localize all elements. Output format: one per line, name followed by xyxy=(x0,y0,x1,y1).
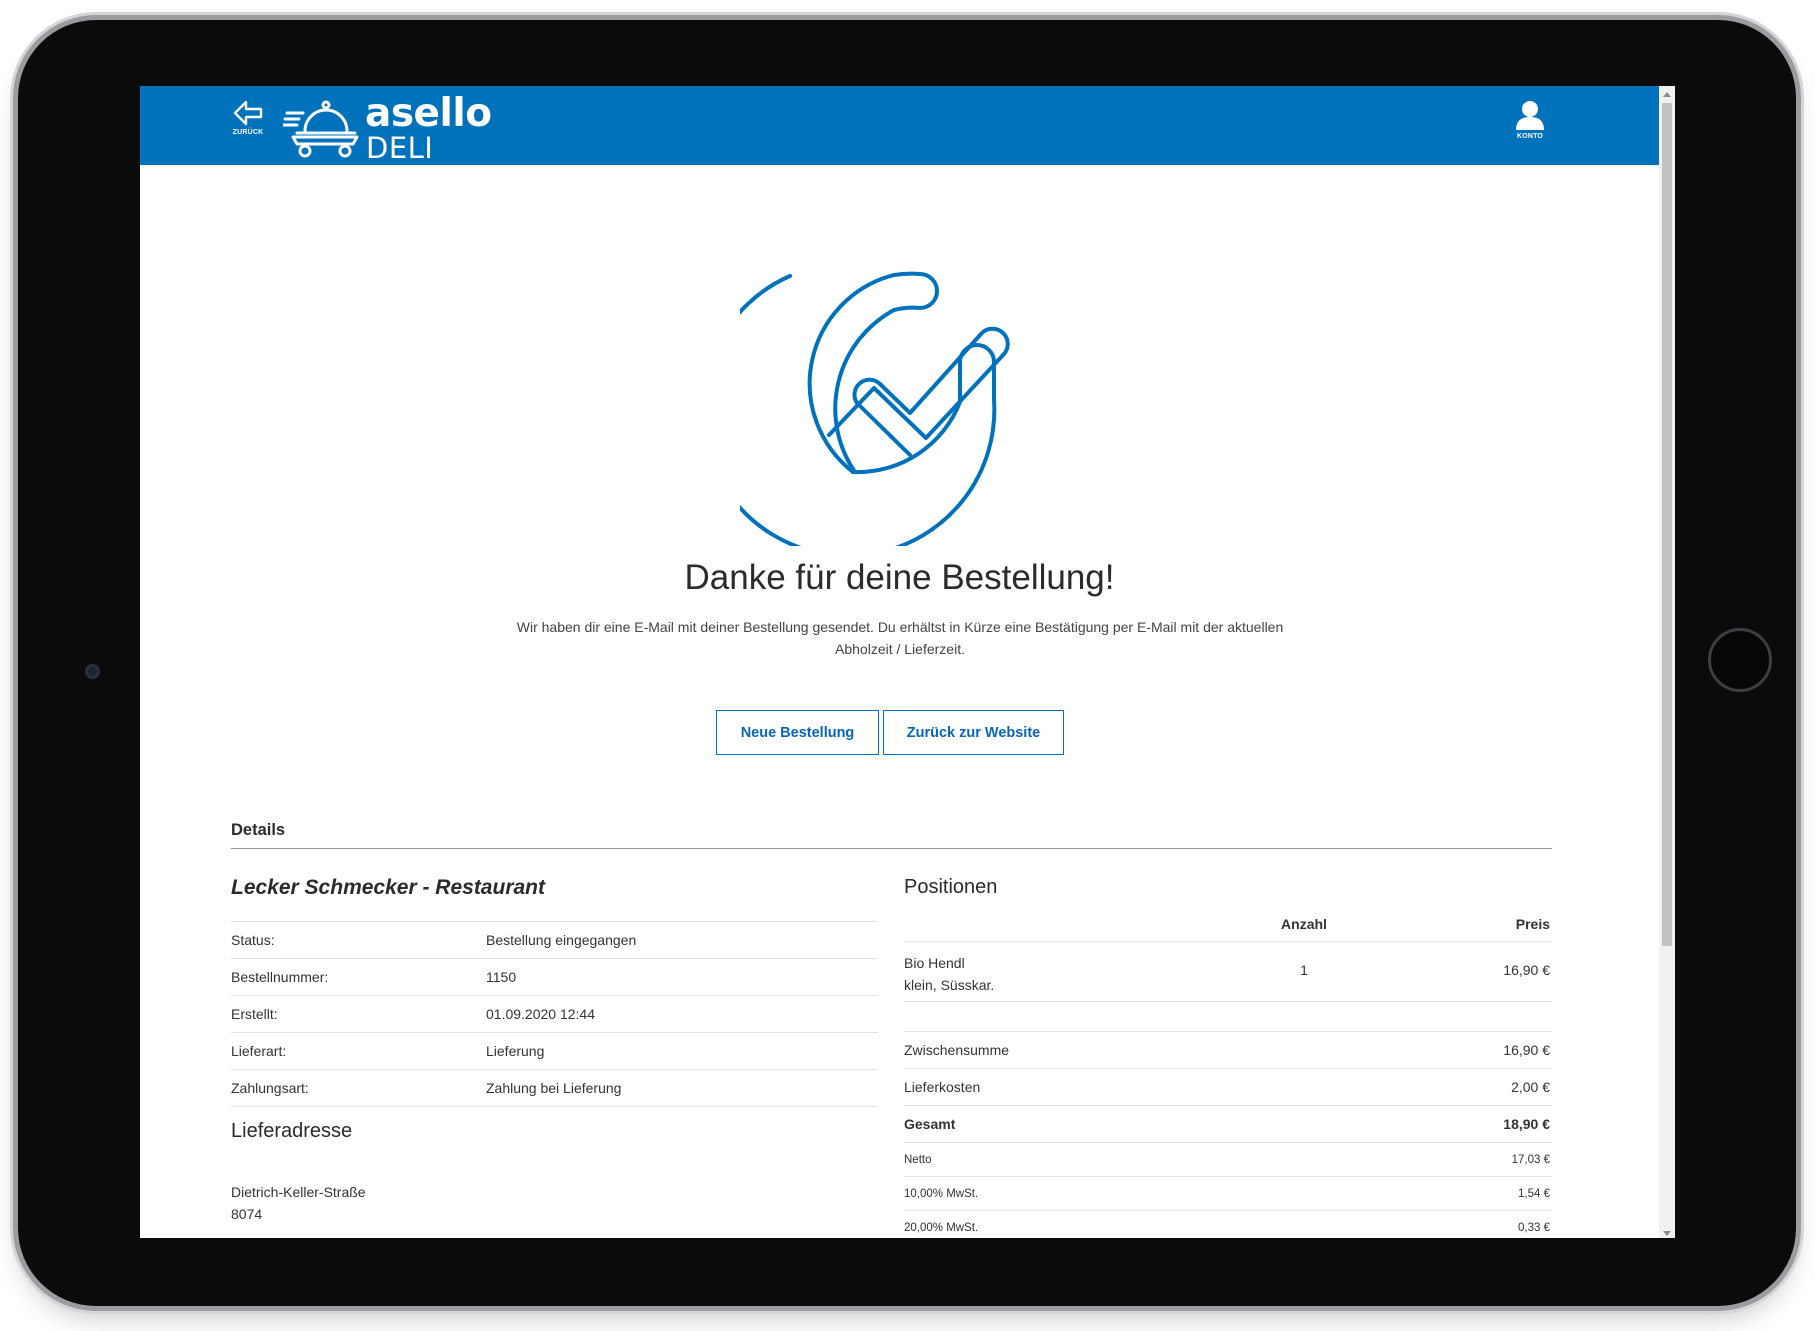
positions-table-header: Anzahl Preis xyxy=(904,916,1552,940)
totals-value: 16,90 € xyxy=(1503,1042,1550,1058)
info-value: Bestellung eingegangen xyxy=(486,932,637,948)
totals-row-total: Gesamt 18,90 € xyxy=(904,1105,1552,1142)
browser-viewport: ZURÜCK asello DELI KONTO Danke für deine… xyxy=(140,86,1675,1238)
position-price: 16,90 € xyxy=(1503,962,1550,978)
scroll-down-arrow-icon[interactable] xyxy=(1663,1231,1671,1236)
info-value: Lieferung xyxy=(486,1043,545,1059)
new-order-button[interactable]: Neue Bestellung xyxy=(716,710,879,755)
info-value: 01.09.2020 12:44 xyxy=(486,1006,595,1022)
totals-value: 2,00 € xyxy=(1511,1079,1550,1095)
scrollbar-thumb[interactable] xyxy=(1662,103,1672,946)
position-detail: klein, Süsskar. xyxy=(904,977,995,993)
back-button[interactable]: ZURÜCK xyxy=(230,100,266,152)
totals-row-net: Netto 17,03 € xyxy=(904,1142,1552,1176)
front-camera xyxy=(85,664,100,679)
scroll-up-arrow-icon[interactable] xyxy=(1663,92,1671,97)
home-button[interactable] xyxy=(1708,628,1772,692)
totals-value: 1,54 € xyxy=(1518,1187,1550,1200)
info-value: 1150 xyxy=(486,969,517,985)
totals-label: Netto xyxy=(904,1153,932,1166)
address-line: 8074 xyxy=(231,1206,263,1222)
totals-row-vat-10: 10,00% MwSt. 1,54 € xyxy=(904,1176,1552,1210)
totals-row-delivery-cost: Lieferkosten 2,00 € xyxy=(904,1068,1552,1105)
position-name: Bio Hendl klein, Süsskar. xyxy=(904,952,994,996)
positions-heading: Positionen xyxy=(904,876,998,898)
position-row: Bio Hendl klein, Süsskar. 1 16,90 € xyxy=(904,941,1552,1002)
logo-wordmark: asello xyxy=(365,91,492,136)
thanks-message: Wir haben dir eine E-Mail mit deiner Bes… xyxy=(516,619,1284,657)
totals-label: 10,00% MwSt. xyxy=(904,1187,979,1200)
thanks-title: Danke für deine Bestellung! xyxy=(684,558,1115,597)
info-row-status: Status: Bestellung eingegangen xyxy=(231,921,878,958)
totals-table: Zwischensumme 16,90 € Lieferkosten 2,00 … xyxy=(904,1031,1552,1238)
position-quantity: 1 xyxy=(1300,962,1308,978)
info-label: Lieferart: xyxy=(231,1043,287,1059)
address-line: Dietrich-Keller-Straße xyxy=(231,1184,366,1200)
food-cloche-cart-icon xyxy=(283,100,359,158)
totals-value: 17,03 € xyxy=(1511,1153,1550,1166)
column-header-price: Preis xyxy=(1515,916,1550,932)
column-header-quantity: Anzahl xyxy=(1281,916,1327,932)
back-to-website-button[interactable]: Zurück zur Website xyxy=(883,710,1064,755)
order-info-table: Status: Bestellung eingegangen Bestellnu… xyxy=(231,921,878,1107)
info-label: Zahlungsart: xyxy=(231,1080,309,1096)
details-divider xyxy=(231,848,1552,849)
account-button[interactable]: KONTO xyxy=(1511,100,1549,140)
info-row-created: Erstellt: 01.09.2020 12:44 xyxy=(231,995,878,1032)
checkmark-circle-icon xyxy=(740,271,1010,546)
account-label: KONTO xyxy=(1516,133,1544,140)
info-row-delivery-type: Lieferart: Lieferung xyxy=(231,1032,878,1069)
totals-value: 18,90 € xyxy=(1503,1116,1550,1132)
info-row-order-number: Bestellnummer: 1150 xyxy=(231,958,878,995)
restaurant-name: Lecker Schmecker - Restaurant xyxy=(231,876,545,899)
arrow-left-icon xyxy=(233,100,263,126)
totals-label: Gesamt xyxy=(904,1116,956,1132)
back-label: ZURÜCK xyxy=(232,129,264,136)
totals-label: Zwischensumme xyxy=(904,1042,1010,1058)
totals-label: 20,00% MwSt. xyxy=(904,1221,979,1234)
user-icon xyxy=(1516,101,1544,130)
vertical-scrollbar[interactable] xyxy=(1659,86,1675,1238)
info-label: Erstellt: xyxy=(231,1006,278,1022)
totals-row-subtotal: Zwischensumme 16,90 € xyxy=(904,1031,1552,1068)
info-value: Zahlung bei Lieferung xyxy=(486,1080,622,1096)
asello-deli-logo[interactable]: asello DELI xyxy=(283,91,493,165)
position-title: Bio Hendl xyxy=(904,955,965,971)
info-label: Bestellnummer: xyxy=(231,969,329,985)
delivery-address-heading: Lieferadresse xyxy=(231,1120,353,1142)
info-row-payment-type: Zahlungsart: Zahlung bei Lieferung xyxy=(231,1069,878,1107)
info-label: Status: xyxy=(231,932,275,948)
totals-label: Lieferkosten xyxy=(904,1079,981,1095)
app-header: ZURÜCK asello DELI KONTO xyxy=(140,86,1659,165)
totals-value: 0,33 € xyxy=(1518,1221,1550,1234)
totals-row-vat-20: 20,00% MwSt. 0,33 € xyxy=(904,1210,1552,1238)
details-heading: Details xyxy=(231,821,286,839)
logo-subtitle: DELI xyxy=(366,131,434,165)
